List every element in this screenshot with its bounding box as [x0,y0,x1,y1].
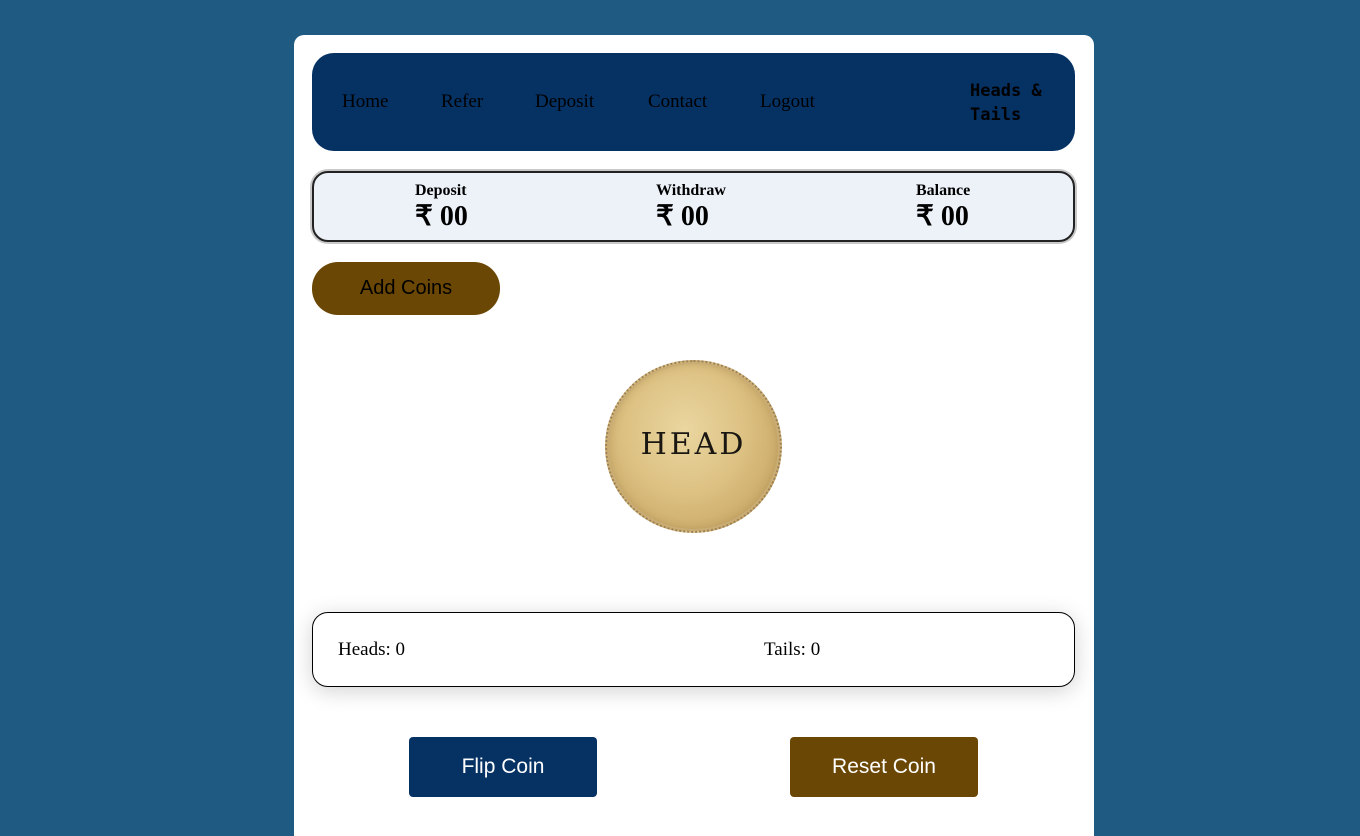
withdraw-label: Withdraw [656,182,726,199]
balance-label: Balance [916,182,971,199]
nav-refer-link[interactable]: Refer [441,91,483,113]
scoreboard: Heads: 0 Tails: 0 [312,612,1075,687]
balance-value: ₹ 00 [916,201,969,232]
nav-deposit-link[interactable]: Deposit [535,91,594,113]
flip-coin-button[interactable]: Flip Coin [409,737,597,797]
nav-logout-link[interactable]: Logout [760,91,815,113]
nav-home-link[interactable]: Home [342,91,388,113]
navbar: Home Refer Deposit Contact Logout Heads … [312,53,1075,151]
withdraw-stat: Withdraw ₹ 00 [656,181,726,234]
tails-count: Tails: 0 [764,639,821,660]
coin-face-text: HEAD [640,427,747,462]
add-coins-button[interactable]: Add Coins [312,262,500,315]
deposit-stat: Deposit ₹ 00 [415,181,468,234]
heads-count: Heads: 0 [338,639,406,660]
reset-coin-button[interactable]: Reset Coin [790,737,978,797]
stats-panel: Deposit ₹ 00 Withdraw ₹ 00 Balance ₹ 00 [312,171,1075,242]
deposit-label: Deposit [415,182,467,199]
deposit-value: ₹ 00 [415,201,468,232]
coin: HEAD [605,360,782,533]
balance-stat: Balance ₹ 00 [916,181,970,234]
nav-contact-link[interactable]: Contact [648,91,707,113]
brand-title: Heads & Tails [970,81,1042,125]
withdraw-value: ₹ 00 [656,201,709,232]
main-card: Home Refer Deposit Contact Logout Heads … [294,35,1094,836]
coin-image: HEAD [605,360,782,533]
